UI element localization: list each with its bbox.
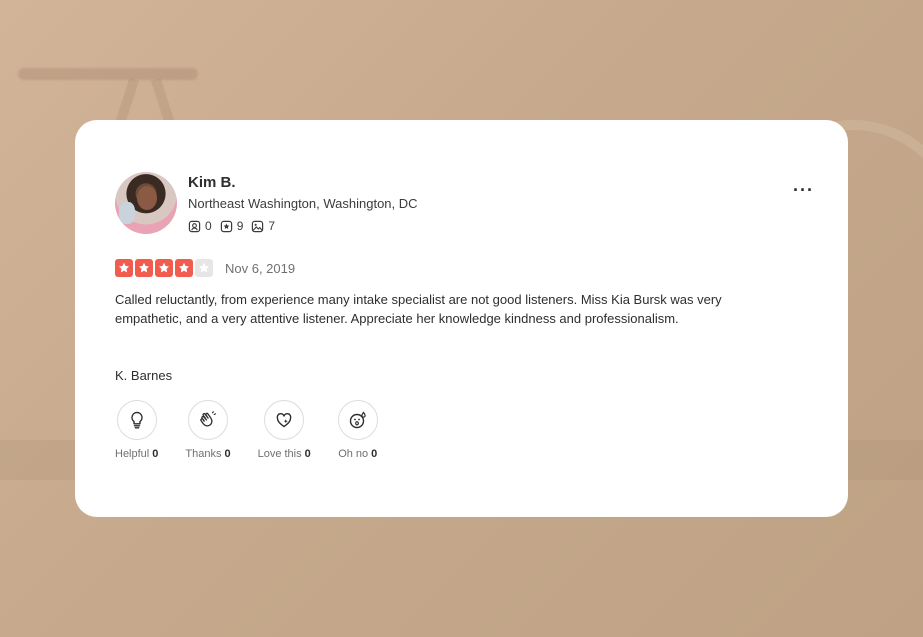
reaction-thanks[interactable]: Thanks 0 bbox=[185, 400, 231, 460]
reviewer-name[interactable]: Kim B. bbox=[188, 174, 236, 191]
love-this-button[interactable] bbox=[264, 400, 305, 440]
reaction-oh-no[interactable]: Oh no 0 bbox=[337, 400, 378, 460]
review-card: Kim B. Northeast Washington, Washington,… bbox=[75, 120, 848, 517]
reaction-love-this[interactable]: Love this 0 bbox=[258, 400, 311, 460]
heart-sparkle-icon bbox=[276, 412, 292, 428]
star-icon bbox=[115, 259, 133, 277]
friends-icon bbox=[188, 220, 201, 232]
more-options-button[interactable]: ··· bbox=[793, 180, 814, 201]
helpful-count: 0 bbox=[152, 448, 159, 460]
oh-no-label: Oh no bbox=[338, 448, 369, 460]
love-this-label: Love this bbox=[257, 448, 302, 460]
photo-icon bbox=[252, 220, 264, 232]
photos-count: 7 bbox=[268, 219, 276, 233]
thanks-count: 0 bbox=[224, 448, 231, 460]
friends-stat: 0 bbox=[188, 219, 212, 233]
oh-no-label-row: Oh no 0 bbox=[338, 448, 377, 460]
love-this-count: 0 bbox=[304, 448, 311, 460]
star-icon bbox=[175, 259, 193, 277]
reaction-bar: Helpful 0 Thanks 0 Love this 0 Oh no 0 bbox=[115, 400, 405, 460]
helpful-label: Helpful bbox=[115, 448, 150, 460]
avatar-face bbox=[137, 186, 157, 210]
reviewer-location: Northeast Washington, Washington, DC bbox=[188, 196, 418, 211]
avatar-hand bbox=[119, 202, 135, 224]
star-icon bbox=[135, 259, 153, 277]
thanks-label: Thanks bbox=[185, 448, 222, 460]
star-rating bbox=[115, 259, 213, 277]
helpful-button[interactable] bbox=[116, 400, 157, 440]
wave-hand-icon bbox=[200, 411, 216, 427]
background-shape bbox=[18, 68, 198, 80]
oh-no-button[interactable] bbox=[337, 400, 378, 440]
surprised-face-icon bbox=[349, 411, 366, 429]
helpful-label-row: Helpful 0 bbox=[115, 448, 158, 460]
avatar[interactable] bbox=[115, 172, 177, 234]
reviewer-stats: 0 9 7 bbox=[188, 219, 275, 233]
photos-stat: 7 bbox=[251, 219, 275, 233]
review-signature: K. Barnes bbox=[115, 368, 173, 383]
review-text: Called reluctantly, from experience many… bbox=[115, 292, 722, 326]
thanks-label-row: Thanks 0 bbox=[185, 448, 230, 460]
love-this-label-row: Love this 0 bbox=[258, 448, 311, 460]
friends-count: 0 bbox=[205, 219, 212, 233]
star-icon bbox=[195, 259, 213, 277]
star-review-icon bbox=[220, 220, 232, 232]
oh-no-count: 0 bbox=[371, 448, 378, 460]
reviews-count: 9 bbox=[236, 219, 244, 233]
lightbulb-icon bbox=[131, 411, 143, 429]
star-icon bbox=[155, 259, 173, 277]
reviews-stat: 9 bbox=[220, 219, 244, 233]
thanks-button[interactable] bbox=[187, 400, 228, 440]
reaction-helpful[interactable]: Helpful 0 bbox=[115, 400, 158, 460]
review-date: Nov 6, 2019 bbox=[225, 261, 296, 276]
